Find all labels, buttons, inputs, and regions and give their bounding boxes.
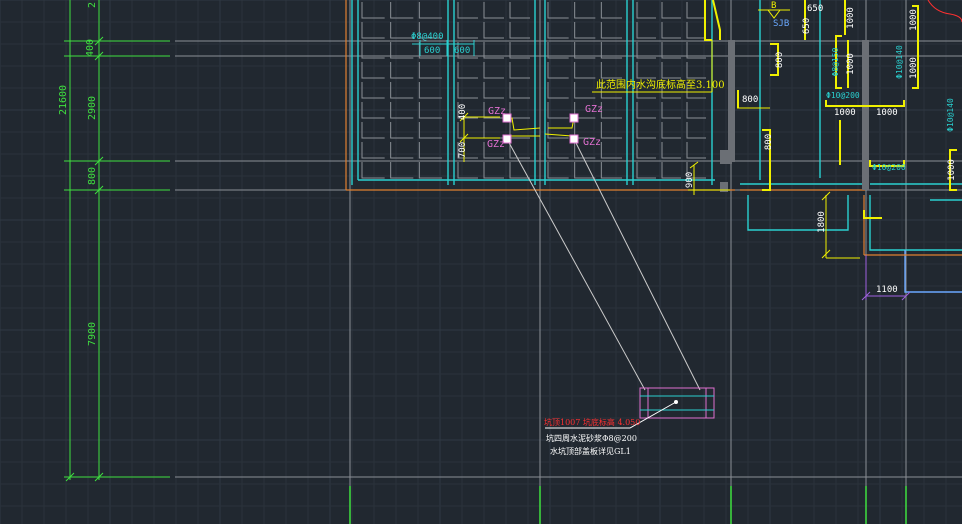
- rebar-label-e: Φ10@140: [946, 98, 955, 132]
- gz-label-tl: GZz: [488, 106, 506, 117]
- rebar-top-label: Φ8@400: [411, 32, 444, 42]
- dim-600-a: 600: [424, 46, 440, 56]
- dim-2900: 2900: [87, 96, 98, 120]
- dim-800-b: 800: [742, 95, 758, 105]
- dim-800-c: 800: [764, 134, 774, 150]
- dim-1000-h1: 1000: [834, 108, 856, 118]
- dim-1100: 1100: [876, 285, 898, 295]
- gz-columns: GZz GZz GZz GZz: [459, 104, 701, 391]
- gz-label-bl: GZz: [487, 139, 505, 150]
- marker-b: [758, 9, 790, 19]
- marker-letter: B: [771, 1, 776, 11]
- dim-1000-c: 1000: [909, 9, 919, 31]
- slab-note: 此范围内水沟底标高至3.100: [596, 78, 725, 91]
- callout-line-1: 坑顶1007 坑底标高 4.050: [544, 417, 640, 427]
- dim-1800: 1800: [817, 211, 827, 233]
- dim-900-vertical: 900: [685, 172, 695, 188]
- dim-1000-d: 1000: [909, 57, 919, 79]
- dim-400: 400: [85, 39, 96, 57]
- gz-label-br: GZz: [583, 137, 601, 148]
- dim-total-21600: 21600: [58, 85, 69, 115]
- dim-400-vertical: 400: [458, 104, 468, 120]
- dim-7900: 7900: [87, 322, 98, 346]
- callout-line-2: 坑四周水泥砂浆Φ8@200: [546, 433, 637, 443]
- rebar-label-d: Φ10@200: [872, 163, 906, 172]
- dim-1000-b: 1000: [846, 53, 856, 75]
- rebar-label-c: Φ10@200: [826, 91, 860, 100]
- dim-1000-a: 1000: [846, 7, 856, 29]
- dim-650-b: 650: [802, 18, 812, 34]
- background-grid: [0, 0, 962, 524]
- callout-line-3: 水坑顶部盖板详见GL1: [550, 446, 631, 456]
- dim-1000-h2: 1000: [876, 108, 898, 118]
- yellow-marks: [704, 0, 957, 219]
- dim-top-2: 2: [87, 2, 98, 8]
- rebar-label-b: Φ10@140: [895, 45, 904, 79]
- cad-drawing-viewport[interactable]: 21600 2 400 2900 800 7900 GZz GZz GZz GZ…: [0, 0, 962, 524]
- dim-1000-e: 1000: [947, 159, 957, 181]
- axis-lines: [175, 0, 962, 524]
- red-mark: [927, 0, 962, 23]
- rebar-label-a: Φ8@150: [831, 47, 840, 76]
- gz-label-tr: GZz: [585, 104, 603, 115]
- dim-800-a: 800: [775, 52, 785, 68]
- dim-800: 800: [87, 167, 98, 185]
- marker-label: SJB: [773, 19, 789, 29]
- dim-600-b: 600: [454, 46, 470, 56]
- drawing-canvas[interactable]: 21600 2 400 2900 800 7900 GZz GZz GZz GZ…: [0, 0, 962, 524]
- left-dimension-texts: 21600 2 400 2900 800 7900: [58, 2, 98, 346]
- gz-column-tr[interactable]: [569, 113, 579, 123]
- dim-700-vertical: 700: [458, 142, 468, 158]
- dim-650-a: 650: [807, 4, 823, 14]
- gz-column-br[interactable]: [569, 134, 579, 144]
